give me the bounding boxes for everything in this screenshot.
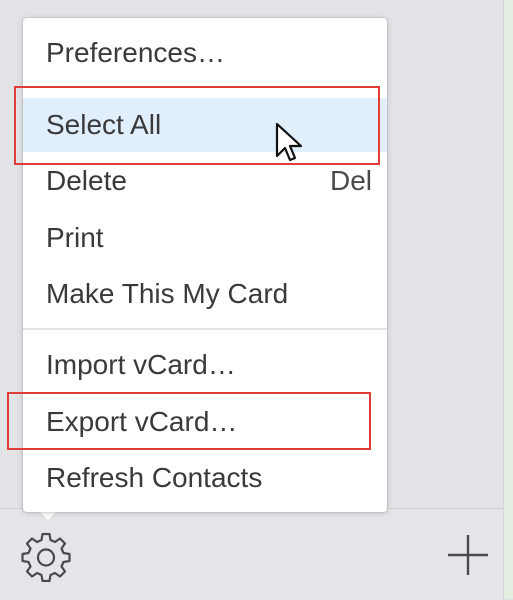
action-menu: Preferences… Select All Delete Del Print…: [23, 18, 387, 512]
menu-item-export-vcard[interactable]: Export vCard…: [23, 395, 387, 449]
bottom-toolbar: [0, 508, 503, 600]
menu-item-label: Export vCard…: [46, 406, 238, 437]
menu-item-print[interactable]: Print: [23, 211, 387, 265]
plus-icon[interactable]: [446, 533, 490, 577]
menu-item-label: Delete: [46, 165, 127, 196]
menu-item-import-vcard[interactable]: Import vCard…: [23, 338, 387, 392]
menu-item-delete[interactable]: Delete Del: [23, 154, 387, 208]
menu-separator: [23, 328, 387, 330]
menu-item-preferences[interactable]: Preferences…: [23, 26, 387, 80]
mouse-cursor-icon: [275, 122, 303, 162]
menu-item-label: Preferences…: [46, 37, 225, 68]
menu-item-label: Refresh Contacts: [46, 462, 263, 493]
menu-item-shortcut: Del: [329, 165, 372, 196]
menu-item-select-all[interactable]: Select All: [23, 98, 387, 152]
menu-item-make-this-my-card[interactable]: Make This My Card: [23, 267, 387, 321]
menu-item-label: Import vCard…: [46, 349, 236, 380]
menu-item-refresh-contacts[interactable]: Refresh Contacts: [23, 451, 387, 505]
menu-item-label: Make This My Card: [46, 278, 289, 309]
menu-item-label: Select All: [46, 109, 162, 140]
side-panel-edge: [503, 0, 513, 599]
gear-icon[interactable]: [20, 530, 72, 582]
menu-item-label: Print: [46, 222, 104, 253]
